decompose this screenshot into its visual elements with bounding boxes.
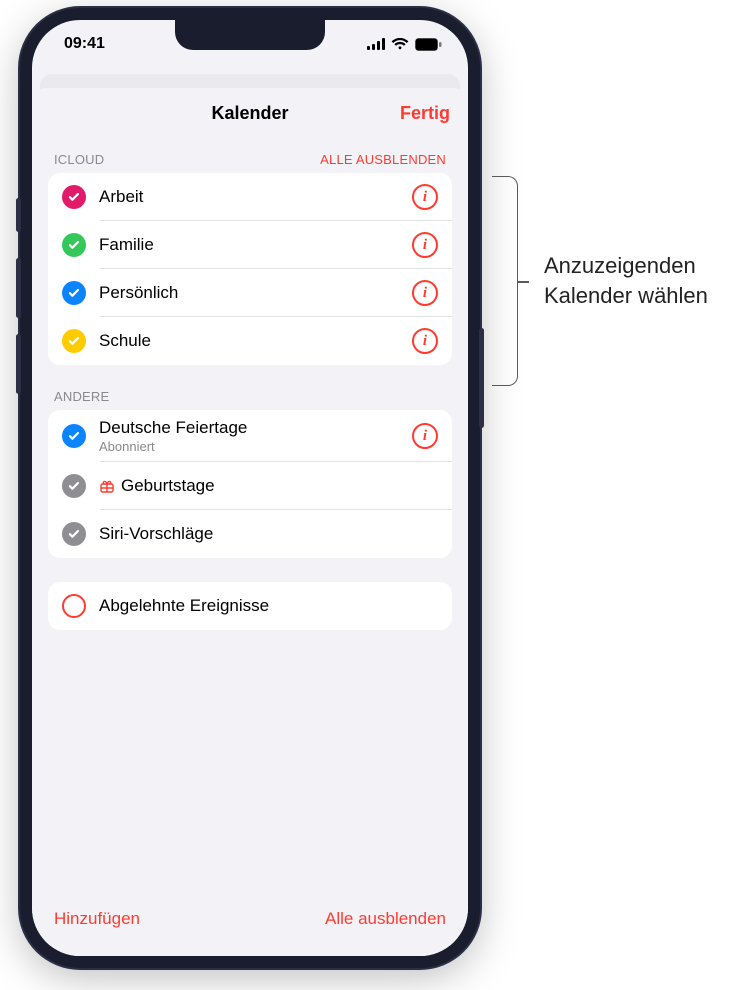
checkmark-icon[interactable] [62,281,86,305]
screen: 09:41 Kalender Fertig [32,20,468,956]
checkmark-icon[interactable] [62,474,86,498]
nav-bar: Kalender Fertig [32,88,468,138]
section-label: ANDERE [54,389,109,404]
gift-icon [99,478,115,494]
toolbar: Hinzufügen Alle ausblenden [32,894,468,956]
checkmark-icon[interactable] [62,424,86,448]
calendar-label: Siri-Vorschläge [99,524,438,544]
calendar-row-familie[interactable]: Familie i [48,221,452,269]
calendar-label: Familie [99,235,399,255]
calendar-sheet: Kalender Fertig ICLOUD ALLE AUSBLENDEN [32,88,468,956]
content: ICLOUD ALLE AUSBLENDEN Arbeit i [32,138,468,894]
done-button[interactable]: Fertig [400,103,450,124]
wifi-icon [391,38,409,50]
info-icon[interactable]: i [412,280,438,306]
callout: Anzuzeigenden Kalender wählen [492,176,708,386]
callout-text: Anzuzeigenden Kalender wählen [544,251,708,310]
calendar-label: Abgelehnte Ereignisse [99,596,438,616]
calendar-row-persoenlich[interactable]: Persönlich i [48,269,452,317]
calendar-row-schule[interactable]: Schule i [48,317,452,365]
calendar-row-declined[interactable]: Abgelehnte Ereignisse [48,582,452,630]
volume-down-button[interactable] [16,334,21,394]
calendar-label: Deutsche Feiertage [99,418,399,438]
power-button[interactable] [479,328,484,428]
section-header-icloud: ICLOUD ALLE AUSBLENDEN [48,138,452,173]
mute-switch[interactable] [16,198,21,232]
battery-icon [415,38,442,51]
status-time: 09:41 [64,35,105,53]
checkmark-icon[interactable] [62,185,86,209]
info-icon[interactable]: i [412,232,438,258]
calendar-label: Arbeit [99,187,399,207]
callout-bracket [492,176,518,386]
info-icon[interactable]: i [412,423,438,449]
icloud-group: Arbeit i Familie i [48,173,452,365]
declined-group: Abgelehnte Ereignisse [48,582,452,630]
andere-group: Deutsche Feiertage Abonniert i [48,410,452,558]
calendar-sublabel: Abonniert [99,439,399,454]
section-header-andere: ANDERE [48,375,452,410]
phone-frame: 09:41 Kalender Fertig [20,8,480,968]
section-label: ICLOUD [54,152,104,167]
calendar-row-feiertage[interactable]: Deutsche Feiertage Abonniert i [48,410,452,462]
calendar-row-arbeit[interactable]: Arbeit i [48,173,452,221]
notch [175,20,325,50]
calendar-label: Persönlich [99,283,399,303]
page-title: Kalender [211,103,288,124]
checkmark-icon[interactable] [62,233,86,257]
info-icon[interactable]: i [412,328,438,354]
info-icon[interactable]: i [412,184,438,210]
volume-up-button[interactable] [16,258,21,318]
hide-all-icloud-button[interactable]: ALLE AUSBLENDEN [320,152,446,167]
calendar-row-siri[interactable]: Siri-Vorschläge [48,510,452,558]
unchecked-icon[interactable] [62,594,86,618]
add-calendar-button[interactable]: Hinzufügen [54,909,140,929]
hide-all-button[interactable]: Alle ausblenden [325,909,446,929]
status-indicators [367,38,442,51]
calendar-row-geburtstage[interactable]: Geburtstage [48,462,452,510]
checkmark-icon[interactable] [62,522,86,546]
checkmark-icon[interactable] [62,329,86,353]
calendar-label: Geburtstage [121,476,215,496]
cellular-icon [367,38,385,50]
calendar-label: Schule [99,331,399,351]
